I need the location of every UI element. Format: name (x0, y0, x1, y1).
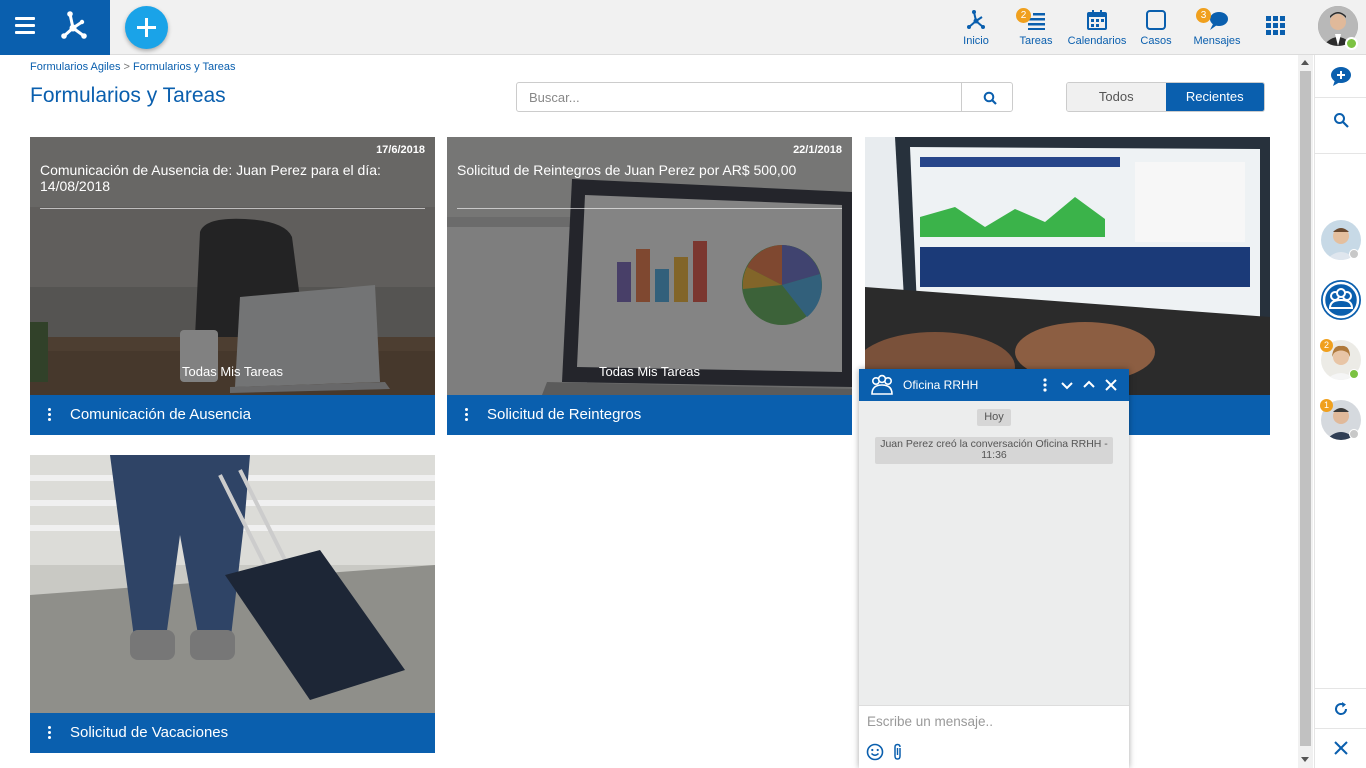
form-card[interactable]: 22/1/2018 Solicitud de Reintegros de Jua… (447, 137, 852, 435)
card-title: Comunicación de Ausencia (70, 406, 251, 423)
chat-message-input[interactable] (859, 706, 1129, 736)
breadcrumb-link[interactable]: Formularios Agiles (30, 61, 120, 73)
nav-label: Inicio (963, 35, 989, 47)
chat-title: Oficina RRHH (903, 378, 979, 392)
search-input[interactable] (517, 83, 962, 111)
new-conversation-icon[interactable] (1330, 65, 1352, 87)
group-avatar[interactable] (1321, 280, 1361, 320)
add-button[interactable] (125, 6, 168, 49)
rail-divider (1315, 728, 1366, 729)
nav-label: Casos (1140, 35, 1172, 47)
top-bar: Inicio Tareas 2 Calendarios Casos Mensaj… (0, 0, 1366, 55)
breadcrumb-link[interactable]: Formularios y Tareas (133, 61, 236, 73)
menu-icon[interactable] (15, 17, 35, 35)
form-card[interactable]: Solicitud de Vacaciones (30, 455, 435, 753)
chevron-up-icon[interactable] (1081, 377, 1097, 393)
filter-toggle: Todos Recientes (1066, 82, 1265, 112)
contact-badge: 1 (1320, 399, 1333, 412)
chat-input-area (859, 705, 1129, 768)
home-network-icon (967, 10, 985, 29)
close-icon[interactable] (1334, 741, 1348, 755)
card-subtitle: Todas Mis Tareas (599, 364, 700, 379)
card-title-bar: Comunicación de Ausencia (30, 395, 435, 435)
card-title-bar: Solicitud de Vacaciones (30, 713, 435, 753)
group-icon (1322, 281, 1360, 319)
apps-grid-icon[interactable] (1266, 16, 1286, 36)
card-date: 17/6/2018 (376, 144, 425, 156)
chat-day-label: Hoy (977, 409, 1011, 426)
contact-status-offline (1349, 249, 1359, 259)
attach-icon[interactable] (891, 743, 905, 761)
breadcrumb: Formularios Agiles > Formularios y Tarea… (30, 61, 236, 73)
rail-divider (1315, 688, 1366, 689)
nav-label: Tareas (1019, 35, 1053, 47)
card-title-bar: Solicitud de Reintegros (447, 395, 852, 435)
card-menu-icon[interactable] (48, 408, 52, 422)
tasks-badge: 2 (1016, 8, 1031, 23)
card-subtitle: Todas Mis Tareas (182, 364, 283, 379)
cases-icon (1146, 10, 1166, 30)
nav-calendarios[interactable]: Calendarios (1066, 6, 1128, 51)
card-title: Solicitud de Reintegros (487, 406, 642, 423)
page-scrollbar[interactable] (1298, 55, 1313, 768)
rail-divider (1315, 97, 1366, 98)
filter-todos-button[interactable]: Todos (1067, 83, 1166, 111)
chat-close-icon[interactable] (1103, 377, 1119, 393)
messages-badge: 3 (1196, 8, 1211, 23)
chat-menu-icon[interactable] (1037, 377, 1053, 393)
search-button[interactable] (961, 83, 1012, 111)
nav-label: Mensajes (1193, 35, 1241, 47)
search-icon (983, 91, 997, 105)
card-menu-icon[interactable] (465, 408, 469, 422)
card-image (30, 455, 435, 713)
card-divider (457, 208, 842, 209)
group-icon (871, 374, 893, 395)
contact-status-offline (1349, 429, 1359, 439)
chat-window: Oficina RRHH Hoy Juan Perez creó la conv… (859, 369, 1129, 768)
rail-divider (1315, 153, 1366, 154)
card-title: Solicitud de Vacaciones (70, 724, 229, 741)
brand-area (0, 0, 110, 55)
card-divider (40, 208, 425, 209)
calendar-icon (1087, 10, 1107, 30)
right-rail: 2 1 (1314, 55, 1366, 768)
nav-tareas[interactable]: Tareas 2 (1016, 6, 1056, 51)
search-box (516, 82, 1013, 112)
card-description: Comunicación de Ausencia de: Juan Perez … (40, 162, 381, 194)
user-status-dot (1345, 37, 1358, 50)
refresh-icon[interactable] (1333, 701, 1349, 717)
nav-mensajes[interactable]: Mensajes 3 (1190, 6, 1244, 51)
nav-inicio[interactable]: Inicio (955, 6, 997, 51)
scroll-up-arrow[interactable] (1301, 60, 1309, 65)
card-date: 22/1/2018 (793, 144, 842, 156)
contact-status-online (1349, 369, 1359, 379)
filter-recientes-button[interactable]: Recientes (1165, 83, 1264, 111)
breadcrumb-separator: > (123, 61, 130, 73)
card-description: Solicitud de Reintegros de Juan Perez po… (457, 162, 797, 178)
scroll-down-arrow[interactable] (1301, 757, 1309, 762)
card-menu-icon[interactable] (48, 726, 52, 740)
chevron-down-icon[interactable] (1059, 377, 1075, 393)
card-image (865, 137, 1270, 395)
page-title: Formularios y Tareas (30, 84, 226, 107)
emoji-icon[interactable] (866, 743, 884, 761)
nav-casos[interactable]: Casos (1138, 6, 1174, 51)
logo-icon[interactable] (56, 8, 92, 44)
chat-header[interactable]: Oficina RRHH (859, 369, 1129, 401)
scrollbar-thumb[interactable] (1300, 71, 1311, 746)
form-card[interactable]: 17/6/2018 Comunicación de Ausencia de: J… (30, 137, 435, 435)
nav-label: Calendarios (1067, 35, 1127, 47)
contact-badge: 2 (1320, 339, 1333, 352)
chat-system-message: Juan Perez creó la conversación Oficina … (875, 437, 1113, 464)
rail-search-icon[interactable] (1333, 112, 1349, 128)
